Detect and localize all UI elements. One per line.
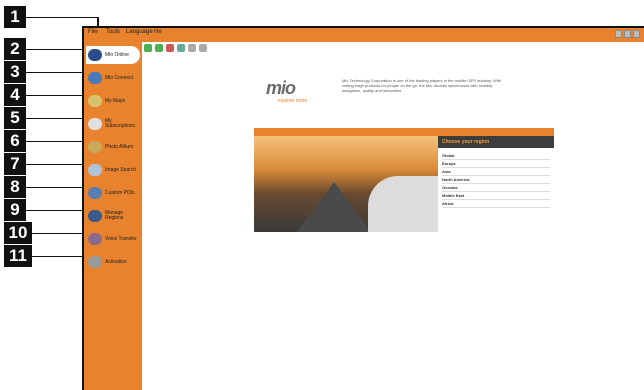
subscriptions-icon [88, 118, 102, 130]
callout-11: 11 [4, 245, 32, 267]
sidebar-item-mio-connect[interactable]: Mio Connect [86, 69, 140, 87]
menu-file[interactable]: File [88, 29, 98, 35]
image-search-icon [88, 164, 102, 176]
region-link[interactable]: Africa [442, 200, 550, 208]
intro-text: Mio Technology Corporation is one of the… [342, 78, 502, 93]
screenshot-root: 1 2 3 4 5 6 7 8 9 10 11 File Tools Langu… [0, 0, 644, 390]
callout-3: 3 [4, 61, 26, 83]
custom-pois-icon [88, 187, 102, 199]
sidebar-item-label: Activation [105, 258, 127, 265]
sidebar-item-label: Mio Online [105, 51, 129, 58]
home-icon[interactable] [188, 44, 196, 52]
callout-10-line [32, 233, 82, 234]
sidebar-item-label: Mio Connect [105, 74, 134, 81]
region-link[interactable]: Asia [442, 168, 550, 176]
road-photo [254, 136, 438, 232]
callout-4-line [26, 95, 82, 96]
car-shape [368, 176, 438, 232]
activation-icon [88, 256, 102, 268]
mio-tagline: explore more [278, 98, 308, 104]
close-icon[interactable] [633, 30, 640, 38]
menu-help[interactable]: He [154, 29, 162, 35]
callout-9-line [26, 210, 82, 211]
stop-icon[interactable] [166, 44, 174, 52]
minimize-icon[interactable] [615, 30, 622, 38]
region-title: Choose your region [438, 136, 554, 148]
region-link[interactable]: North America [442, 176, 550, 184]
window-controls [615, 30, 640, 38]
callout-1: 1 [4, 6, 26, 28]
browser-toolbar [142, 42, 644, 54]
callout-7-line [26, 164, 82, 165]
globe-icon [88, 49, 102, 61]
callout-4: 4 [4, 84, 26, 106]
sidebar-item-label: Custom POIs [105, 189, 135, 196]
web-content: mio explore more Mio Technology Corporat… [246, 68, 566, 236]
manage-regions-icon [88, 210, 102, 222]
voice-transfer-icon [88, 233, 102, 245]
back-icon[interactable] [144, 44, 152, 52]
sidebar-item-mio-online[interactable]: Mio Online [86, 46, 140, 64]
menu-language[interactable]: Language [126, 29, 153, 35]
sidebar-item-label: Manage Regions [105, 210, 124, 221]
forward-icon[interactable] [155, 44, 163, 52]
sidebar-item-my-subscriptions[interactable]: My Subscriptions [86, 115, 140, 133]
callout-7: 7 [4, 153, 26, 175]
hero-banner: Choose your region Global Europe Asia No… [254, 128, 554, 232]
sidebar-item-photo-album[interactable]: Photo Album [86, 138, 140, 156]
connect-icon [88, 72, 102, 84]
maps-icon [88, 95, 102, 107]
sidebar-item-label: Photo Album [105, 143, 134, 150]
callout-11-line [32, 256, 82, 257]
refresh-icon[interactable] [177, 44, 185, 52]
mio-logo: mio [266, 78, 296, 98]
road-shape [294, 182, 374, 232]
sidebar-item-manage-regions[interactable]: Manage Regions [86, 207, 140, 225]
maximize-icon[interactable] [624, 30, 631, 38]
callout-8-line [26, 187, 82, 188]
sidebar-item-activation[interactable]: Activation [86, 253, 140, 271]
callout-1-line [26, 17, 98, 18]
sidebar-item-label: Voice Transfer [105, 235, 137, 242]
photo-album-icon [88, 141, 102, 153]
callout-2: 2 [4, 38, 26, 60]
sidebar-item-voice-transfer[interactable]: Voice Transfer [86, 230, 140, 248]
callout-5: 5 [4, 107, 26, 129]
sidebar-item-label: My Subscriptions [105, 118, 136, 129]
callout-6: 6 [4, 130, 26, 152]
region-list: Global Europe Asia North America Oceania… [438, 148, 554, 208]
callout-5-line [26, 118, 82, 119]
print-icon[interactable] [199, 44, 207, 52]
region-panel: Choose your region Global Europe Asia No… [438, 136, 554, 232]
sidebar-item-my-maps[interactable]: My Maps [86, 92, 140, 110]
sidebar-item-custom-pois[interactable]: Custom POIs [86, 184, 140, 202]
region-link[interactable]: Global [442, 152, 550, 160]
menubar: File Tools Language He [84, 28, 644, 42]
sidebar: Mio Online Mio Connect My Maps My Subscr… [84, 42, 142, 390]
sidebar-item-image-search[interactable]: Image Search [86, 161, 140, 179]
region-link[interactable]: Middle East [442, 192, 550, 200]
menu-tools[interactable]: Tools [106, 29, 120, 35]
callout-10: 10 [4, 222, 32, 244]
sidebar-item-label: My Maps [105, 97, 126, 104]
mio-app-window: File Tools Language He Mio Online Mio Co… [82, 26, 644, 390]
sidebar-item-label: Image Search [105, 166, 137, 173]
callout-9: 9 [4, 199, 26, 221]
callout-2-line [26, 49, 82, 50]
region-link[interactable]: Oceania [442, 184, 550, 192]
callout-6-line [26, 141, 82, 142]
callout-8: 8 [4, 176, 26, 198]
callout-3-line [26, 72, 82, 73]
region-link[interactable]: Europe [442, 160, 550, 168]
